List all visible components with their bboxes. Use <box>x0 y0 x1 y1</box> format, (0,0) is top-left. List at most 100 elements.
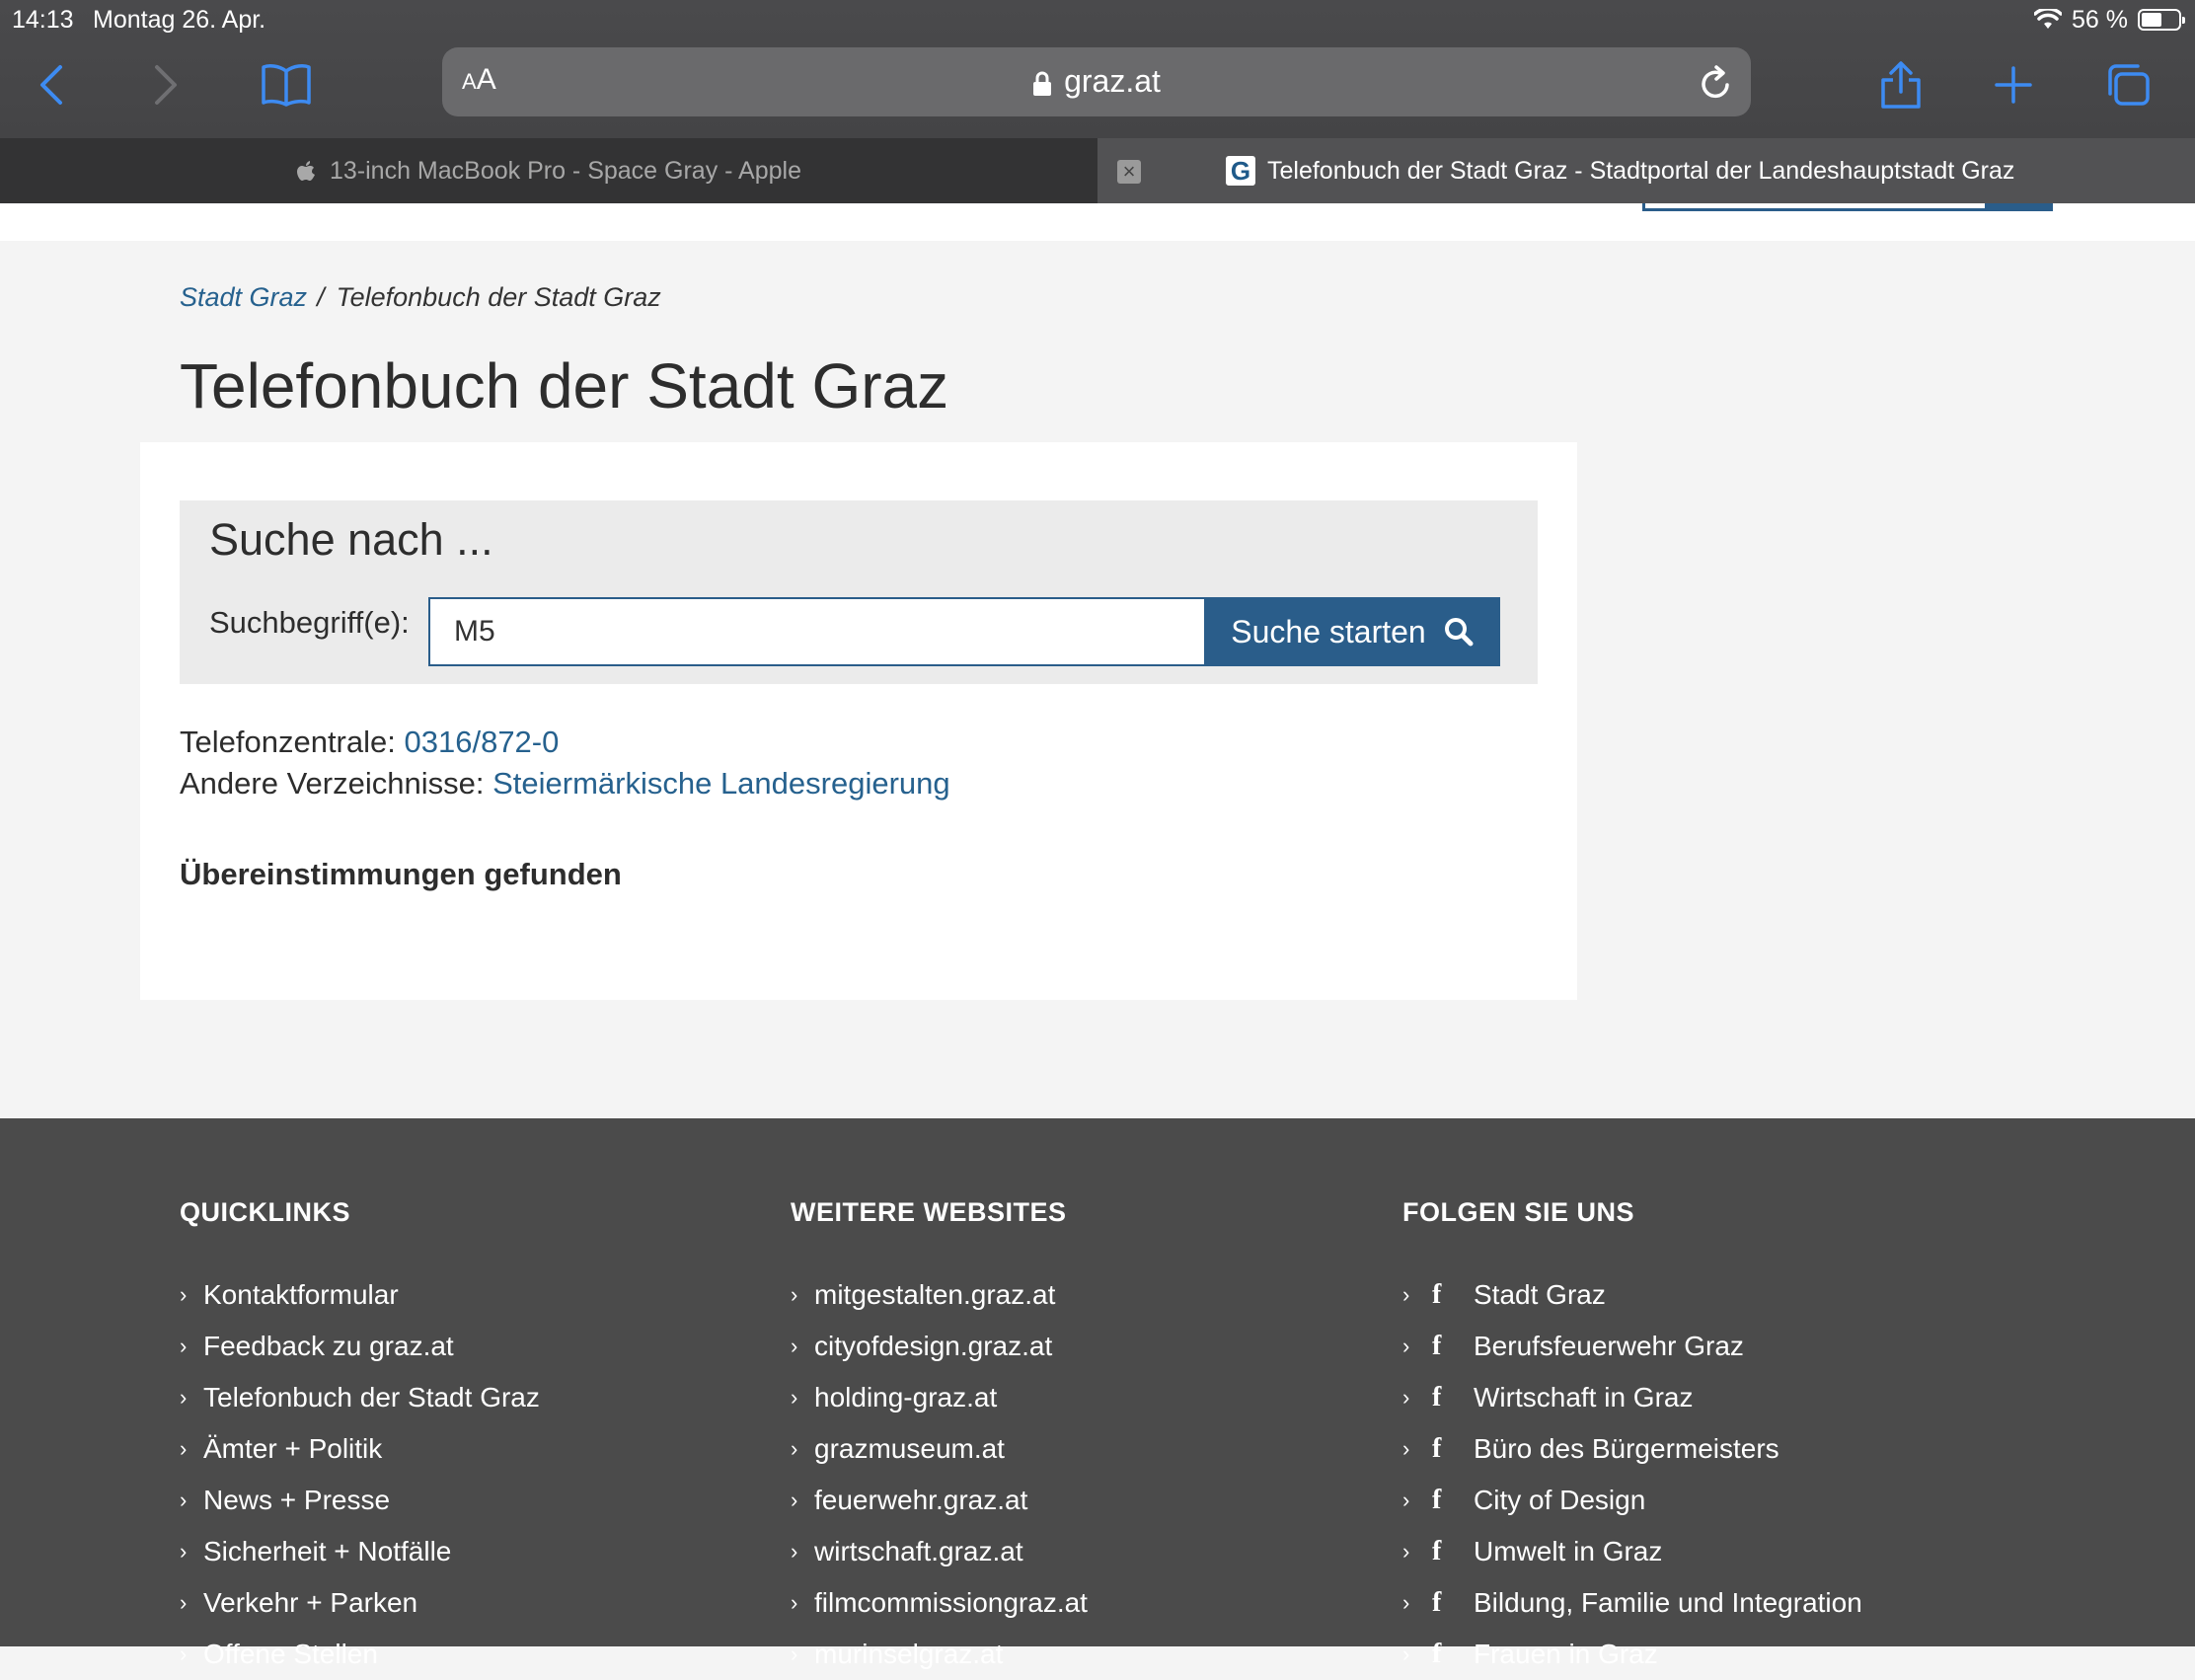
header-search-input[interactable] <box>1642 203 1988 211</box>
footer-link-websites[interactable]: › filmcommissiongraz.at <box>791 1577 1088 1629</box>
tabs-overview-button[interactable] <box>2100 57 2156 113</box>
zentrale-phone-link[interactable]: 0316/872-0 <box>405 725 560 759</box>
chevron-right-icon: › <box>791 1334 798 1358</box>
status-indicators: 56 % <box>2034 4 2185 36</box>
landesregierung-link[interactable]: Steiermärkische Landesregierung <box>492 766 950 801</box>
footer-link-label: filmcommissiongraz.at <box>814 1587 1088 1618</box>
quicklinks-title: QUICKLINKS <box>180 1197 350 1227</box>
footer-link-label: Bildung, Familie und Integration <box>1474 1587 1862 1618</box>
matches-heading: Übereinstimmungen gefunden <box>180 857 622 891</box>
page-header-fragment <box>0 203 2195 241</box>
status-time: 14:13 <box>12 6 74 34</box>
forward-button[interactable] <box>138 57 193 113</box>
chevron-right-icon: › <box>180 1488 188 1512</box>
footer-link-quicklinks[interactable]: › Kontaktformular <box>180 1269 540 1321</box>
footer-link-social[interactable]: › f City of Design <box>1402 1475 1862 1526</box>
book-icon <box>262 64 311 107</box>
new-tab-button[interactable] <box>1986 57 2041 113</box>
footer-link-social[interactable]: › f Wirtschaft in Graz <box>1402 1372 1862 1423</box>
header-search-button[interactable] <box>1988 203 2053 211</box>
chevron-right-icon: › <box>180 1282 188 1307</box>
footer-link-social[interactable]: › f Stadt Graz <box>1402 1269 1862 1321</box>
footer-link-social[interactable]: › f Bildung, Familie und Integration <box>1402 1577 1862 1629</box>
chevron-right-icon: › <box>1402 1282 1410 1307</box>
share-button[interactable] <box>1873 57 1929 113</box>
footer-link-quicklinks[interactable]: › Ämter + Politik <box>180 1423 540 1475</box>
chevron-left-icon <box>40 65 62 105</box>
footer-link-label: Wirtschaft in Graz <box>1474 1382 1694 1413</box>
footer-link-social[interactable]: › f Büro des Bürgermeisters <box>1402 1423 1862 1475</box>
footer-link-websites[interactable]: › wirtschaft.graz.at <box>791 1526 1088 1577</box>
chevron-right-icon: › <box>1402 1334 1410 1358</box>
phonebook-card: Suche nach ... Suchbegriff(e): M5 Suche … <box>140 442 1577 1000</box>
reload-button[interactable] <box>1698 63 1733 106</box>
info-zentrale: Telefonzentrale: 0316/872-0 <box>180 725 559 760</box>
quicklinks-list: › Kontaktformular › Feedback zu graz.at › Tel… <box>180 1269 540 1680</box>
footer-link-quicklinks[interactable]: › News + Presse <box>180 1475 540 1526</box>
footer-link-websites[interactable]: › murinselgraz.at <box>791 1629 1088 1680</box>
back-button[interactable] <box>24 57 79 113</box>
footer-link-quicklinks[interactable]: › Verkehr + Parken <box>180 1577 540 1629</box>
chevron-right-icon: › <box>791 1590 798 1615</box>
lock-icon <box>1033 71 1052 96</box>
footer-link-quicklinks[interactable]: › Telefonbuch der Stadt Graz <box>180 1372 540 1423</box>
chevron-right-icon: › <box>791 1436 798 1461</box>
breadcrumb-separator: / <box>317 282 325 312</box>
footer-link-websites[interactable]: › holding-graz.at <box>791 1372 1088 1423</box>
breadcrumb-home-link[interactable]: Stadt Graz <box>180 282 307 312</box>
footer-link-label: Berufsfeuerwehr Graz <box>1474 1331 1744 1361</box>
tab-macbook[interactable]: 13-inch MacBook Pro - Space Gray - Apple <box>0 138 1098 203</box>
facebook-icon: f <box>1432 1331 1442 1361</box>
footer-link-label: wirtschaft.graz.at <box>814 1536 1023 1566</box>
footer-link-social[interactable]: › f Frauen in Graz <box>1402 1629 1862 1680</box>
footer-link-quicklinks[interactable]: › Feedback zu graz.at <box>180 1321 540 1372</box>
footer-link-label: mitgestalten.graz.at <box>814 1279 1056 1310</box>
footer-link-websites[interactable]: › feuerwehr.graz.at <box>791 1475 1088 1526</box>
bookmarks-button[interactable] <box>259 57 314 113</box>
search-input[interactable]: M5 <box>428 597 1206 666</box>
footer-link-label: cityofdesign.graz.at <box>814 1331 1053 1361</box>
search-button-label: Suche starten <box>1231 613 1426 649</box>
url-display[interactable]: graz.at <box>442 63 1751 100</box>
footer-link-social[interactable]: › f Umwelt in Graz <box>1402 1526 1862 1577</box>
chevron-right-icon: › <box>180 1334 188 1358</box>
footer-link-social[interactable]: › f Berufsfeuerwehr Graz <box>1402 1321 1862 1372</box>
apple-logo-icon <box>296 161 315 181</box>
chevron-right-icon: › <box>1402 1590 1410 1615</box>
footer-link-label: Kontaktformular <box>203 1279 399 1310</box>
url-domain: graz.at <box>1064 63 1161 99</box>
search-heading: Suche nach ... <box>209 514 493 565</box>
tab-telefonbuch[interactable]: × G Telefonbuch der Stadt Graz - Stadtpo… <box>1098 138 2195 203</box>
facebook-icon: f <box>1432 1536 1442 1566</box>
social-title: FOLGEN SIE UNS <box>1402 1197 1635 1227</box>
facebook-icon: f <box>1432 1279 1442 1310</box>
zentrale-label: Telefonzentrale: <box>180 725 396 759</box>
footer-link-quicklinks[interactable]: › Sicherheit + Notfälle <box>180 1526 540 1577</box>
battery-percent: 56 % <box>2072 6 2128 34</box>
status-date: Montag 26. Apr. <box>93 6 266 34</box>
chevron-right-icon <box>155 65 177 105</box>
tab-title: Telefonbuch der Stadt Graz - Stadtportal… <box>1267 156 2015 185</box>
footer-link-websites[interactable]: › mitgestalten.graz.at <box>791 1269 1088 1321</box>
chevron-right-icon: › <box>1402 1539 1410 1564</box>
search-submit-button[interactable]: Suche starten <box>1204 597 1500 666</box>
footer-link-websites[interactable]: › grazmuseum.at <box>791 1423 1088 1475</box>
footer-link-label: holding-graz.at <box>814 1382 998 1413</box>
chevron-right-icon: › <box>1402 1385 1410 1410</box>
chevron-right-icon: › <box>791 1642 798 1666</box>
footer-link-label: grazmuseum.at <box>814 1433 1005 1464</box>
footer-link-label: Telefonbuch der Stadt Graz <box>203 1382 540 1413</box>
footer-link-websites[interactable]: › cityofdesign.graz.at <box>791 1321 1088 1372</box>
facebook-icon: f <box>1432 1587 1442 1618</box>
tab-close-button[interactable]: × <box>1117 160 1141 184</box>
chevron-right-icon: › <box>180 1642 188 1666</box>
chevron-right-icon: › <box>180 1539 188 1564</box>
footer-link-quicklinks[interactable]: › Offene Stellen <box>180 1629 540 1680</box>
chevron-right-icon: › <box>791 1488 798 1512</box>
address-bar[interactable]: AA graz.at <box>442 47 1751 116</box>
breadcrumb: Stadt Graz / Telefonbuch der Stadt Graz <box>180 282 661 313</box>
tab-bar: 13-inch MacBook Pro - Space Gray - Apple… <box>0 138 2195 203</box>
info-andere: Andere Verzeichnisse: Steiermärkische La… <box>180 766 950 802</box>
footer-link-label: Verkehr + Parken <box>203 1587 418 1618</box>
facebook-icon: f <box>1432 1639 1442 1669</box>
